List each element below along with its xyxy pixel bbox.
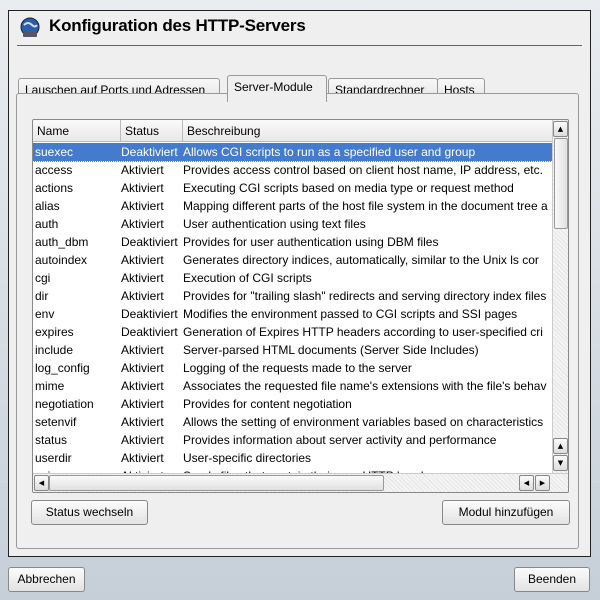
cell-status: Aktiviert: [121, 199, 164, 213]
scroll-up-icon[interactable]: ▲: [553, 438, 568, 454]
cell-description: Allows CGI scripts to run as a specified…: [183, 145, 476, 159]
cell-name: expires: [35, 325, 74, 339]
cell-name: userdir: [35, 451, 72, 465]
cell-name: alias: [35, 199, 60, 213]
cell-status: Aktiviert: [121, 217, 164, 231]
toggle-status-button[interactable]: Status wechseln: [31, 500, 148, 525]
cell-status: Aktiviert: [121, 163, 164, 177]
cell-name: negotiation: [35, 397, 94, 411]
cell-description: Execution of CGI scripts: [183, 271, 312, 285]
table-row[interactable]: setenvif Aktiviert Allows the setting of e…: [33, 413, 552, 431]
cell-name: mime: [35, 379, 65, 393]
cell-name: auth_dbm: [35, 235, 89, 249]
cell-status: Aktiviert: [121, 271, 164, 285]
cell-name: auth: [35, 217, 59, 231]
http-globe-icon: [20, 17, 40, 37]
cell-description: Mapping different parts of the host file…: [183, 199, 548, 213]
cell-name: setenvif: [35, 415, 77, 429]
cell-name: include: [35, 343, 74, 357]
cell-status: Aktiviert: [121, 397, 164, 411]
modules-table: Name Status Beschreibung suexec Deaktivie…: [32, 119, 569, 493]
cell-status: Deaktiviert: [121, 145, 178, 159]
cell-description: Allows the setting of environment variab…: [183, 415, 544, 429]
cell-status: Aktiviert: [121, 451, 164, 465]
cell-status: Deaktiviert: [121, 325, 178, 339]
cell-description: Server-parsed HTML documents (Server Sid…: [183, 343, 479, 357]
table-row[interactable]: access Aktiviert Provides access control b…: [33, 161, 552, 179]
table-row[interactable]: negotiation Aktiviert Provides for content…: [33, 395, 552, 413]
horizontal-scrollbar[interactable]: ◀ ◀ ▶: [33, 473, 568, 492]
cell-description: User-specific directories: [183, 451, 312, 465]
dialog: Konfiguration des HTTP-Servers Lauschen …: [8, 10, 591, 557]
tab-server-modules[interactable]: Server-Module: [227, 75, 327, 102]
scroll-right-icon[interactable]: ▶: [535, 475, 550, 491]
cell-status: Aktiviert: [121, 181, 164, 195]
table-row[interactable]: actions Aktiviert Executing CGI scripts ba…: [33, 179, 552, 197]
cell-description: Provides information about server activi…: [183, 433, 497, 447]
cancel-button[interactable]: Abbrechen: [8, 567, 85, 592]
cell-description: Modifies the environment passed to CGI s…: [183, 307, 518, 321]
scroll-left-icon[interactable]: ◀: [519, 475, 534, 491]
table-row[interactable]: status Aktiviert Provides information abou…: [33, 431, 552, 449]
cell-name: access: [35, 163, 73, 177]
cell-name: log_config: [35, 361, 90, 375]
cell-status: Aktiviert: [121, 379, 164, 393]
cell-description: Provides for "trailing slash" redirects …: [183, 289, 547, 303]
scroll-down-icon[interactable]: ▼: [553, 455, 568, 471]
cell-name: status: [35, 433, 68, 447]
cell-description: Executing CGI scripts based on media typ…: [183, 181, 514, 195]
cell-status: Aktiviert: [121, 415, 164, 429]
scroll-up-icon[interactable]: ▲: [553, 121, 568, 137]
cell-name: cgi: [35, 271, 51, 285]
cell-name: env: [35, 307, 55, 321]
table-row[interactable]: autoindex Aktiviert Generates directory in…: [33, 251, 552, 269]
cell-status: Aktiviert: [121, 361, 164, 375]
column-header-status[interactable]: Status: [121, 120, 183, 142]
cell-description: Generation of Expires HTTP headers accor…: [183, 325, 543, 339]
cell-name: dir: [35, 289, 49, 303]
cell-description: Logging of the requests made to the serv…: [183, 361, 412, 375]
table-row[interactable]: expires Deaktiviert Generation of Expires …: [33, 323, 552, 341]
table-row[interactable]: mime Aktiviert Associates the requested fi…: [33, 377, 552, 395]
table-row[interactable]: userdir Aktiviert User-specific directorie…: [33, 449, 552, 467]
cell-status: Deaktiviert: [121, 307, 178, 321]
cell-status: Aktiviert: [121, 289, 164, 303]
cell-name: autoindex: [35, 253, 88, 267]
column-header-description[interactable]: Beschreibung: [183, 120, 552, 142]
scroll-left-icon[interactable]: ◀: [34, 475, 49, 491]
table-row[interactable]: suexec Deaktiviert Allows CGI scripts to r…: [33, 143, 552, 162]
vertical-scroll-thumb[interactable]: [554, 138, 568, 229]
table-row[interactable]: alias Aktiviert Mapping different parts of…: [33, 197, 552, 215]
table-row[interactable]: auth Aktiviert User authentication using t…: [33, 215, 552, 233]
dialog-title: Konfiguration des HTTP-Servers: [49, 16, 306, 35]
column-header-name[interactable]: Name: [33, 120, 121, 142]
cell-description: Provides for user authentication using D…: [183, 235, 439, 249]
cell-status: Deaktiviert: [121, 235, 178, 249]
table-row[interactable]: cgi Aktiviert Execution of CGI scripts: [33, 269, 552, 287]
cell-status: Aktiviert: [121, 433, 164, 447]
cell-description: Generates directory indices, automatical…: [183, 253, 539, 267]
cell-status: Aktiviert: [121, 253, 164, 267]
horizontal-scroll-thumb[interactable]: [49, 475, 384, 491]
cell-description: Associates the requested file name's ext…: [183, 379, 547, 393]
cell-description: User authentication using text files: [183, 217, 366, 231]
cell-description: Provides access control based on client …: [183, 163, 543, 177]
cell-name: actions: [35, 181, 74, 195]
finish-button[interactable]: Beenden: [514, 567, 590, 592]
title-divider: [17, 45, 582, 46]
table-row[interactable]: dir Aktiviert Provides for "trailing slash…: [33, 287, 552, 305]
table-body: suexec Deaktiviert Allows CGI scripts to r…: [33, 143, 552, 473]
table-header: Name Status Beschreibung: [33, 120, 552, 142]
add-module-button[interactable]: Modul hinzufügen: [442, 500, 570, 525]
vertical-scrollbar[interactable]: ▲ ▲ ▼: [552, 120, 568, 473]
table-row[interactable]: log_config Aktiviert Logging of the reques…: [33, 359, 552, 377]
cell-description: Provides for content negotiation: [183, 397, 352, 411]
table-row[interactable]: include Aktiviert Server-parsed HTML docum…: [33, 341, 552, 359]
cell-name: suexec: [35, 145, 74, 159]
table-row[interactable]: auth_dbm Deaktiviert Provides for user aut…: [33, 233, 552, 251]
table-row[interactable]: env Deaktiviert Modifies the environment p…: [33, 305, 552, 323]
tab-pane: Name Status Beschreibung suexec Deaktivie…: [16, 93, 579, 549]
cell-status: Aktiviert: [121, 343, 164, 357]
